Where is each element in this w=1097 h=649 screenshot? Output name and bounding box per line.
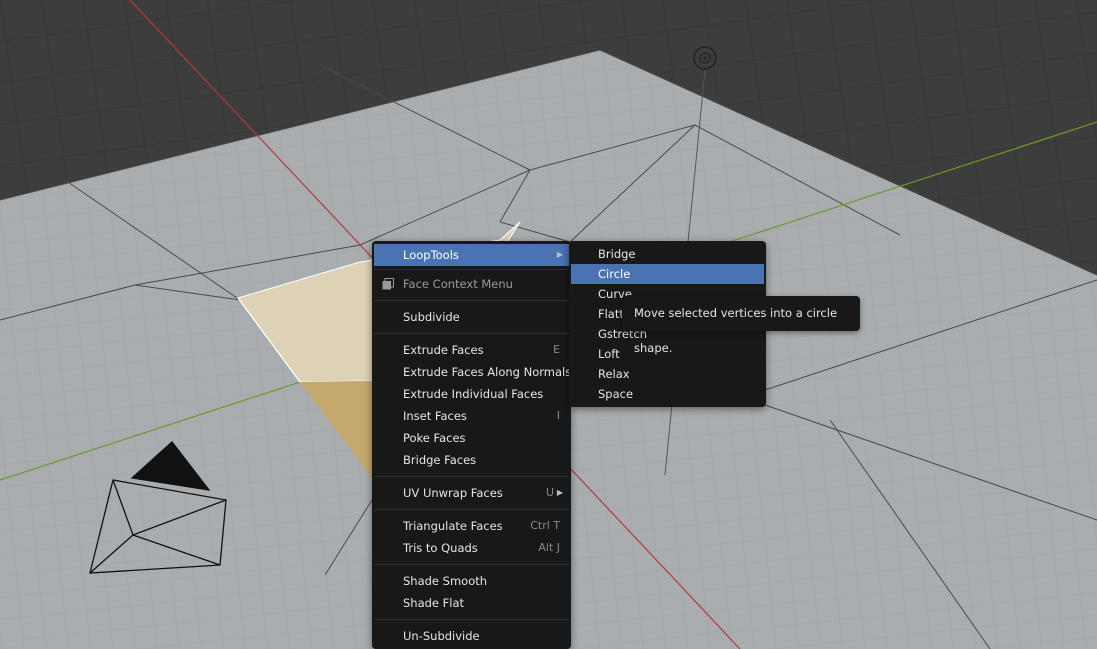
- menu-header: Face Context Menu: [374, 273, 569, 295]
- menu-item-shade-flat[interactable]: Shade Flat: [374, 592, 569, 614]
- menu-item-uv-unwrap[interactable]: UV Unwrap Faces U ▶: [374, 482, 569, 504]
- menu-item-extrude-along-normals[interactable]: Extrude Faces Along Normals: [374, 361, 572, 383]
- menu-separator: [374, 619, 569, 620]
- menu-item-label: Inset Faces: [403, 409, 467, 423]
- menu-separator: [374, 476, 569, 477]
- menu-item-un-subdivide[interactable]: Un-Subdivide: [374, 625, 569, 647]
- menu-item-label: UV Unwrap Faces: [403, 486, 503, 500]
- menu-item-label: Shade Flat: [403, 596, 465, 610]
- menu-item-extrude-individual[interactable]: Extrude Individual Faces: [374, 383, 569, 405]
- submenu-item-space[interactable]: Space: [571, 384, 764, 404]
- menu-item-label: Triangulate Faces: [403, 519, 503, 533]
- submenu-item-label: Circle: [598, 267, 631, 281]
- menu-header-title: Face Context Menu: [403, 277, 513, 291]
- face-context-menu: LoopTools ▶ Face Context Menu Subdivide …: [372, 241, 571, 649]
- menu-item-label: Bridge Faces: [403, 453, 477, 467]
- menu-item-shade-smooth[interactable]: Shade Smooth: [374, 570, 569, 592]
- menu-separator: [374, 509, 569, 510]
- menu-item-triangulate[interactable]: Triangulate Faces Ctrl T: [374, 515, 569, 537]
- menu-item-tris-to-quads[interactable]: Tris to Quads Alt J: [374, 537, 569, 559]
- submenu-item-label: Loft: [598, 347, 620, 361]
- menu-item-label: Shade Smooth: [403, 574, 488, 588]
- submenu-item-label: Bridge: [598, 247, 636, 261]
- shortcut-label: I: [556, 409, 560, 422]
- shortcut-label: E: [553, 343, 560, 356]
- submenu-item-bridge[interactable]: Bridge: [571, 244, 764, 264]
- submenu-item-circle[interactable]: Circle: [571, 264, 764, 284]
- menu-item-label: Subdivide: [403, 310, 460, 324]
- shortcut-label: Ctrl T: [530, 519, 560, 532]
- menu-item-label: Un-Subdivide: [403, 629, 480, 643]
- menu-item-bridge-faces[interactable]: Bridge Faces: [374, 449, 569, 471]
- menu-item-poke-faces[interactable]: Poke Faces: [374, 427, 569, 449]
- submenu-arrow-icon: ▶: [556, 488, 563, 497]
- menu-item-subdivide[interactable]: Subdivide: [374, 306, 569, 328]
- shortcut-label: U: [545, 486, 554, 499]
- menu-separator: [374, 300, 569, 301]
- shortcut-label: Alt J: [538, 541, 560, 554]
- menu-item-label: Poke Faces: [403, 431, 466, 445]
- tooltip: Move selected vertices into a circle sha…: [622, 296, 860, 355]
- menu-item-label: Extrude Individual Faces: [403, 387, 544, 401]
- menu-separator: [374, 269, 569, 270]
- submenu-item-relax[interactable]: Relax: [571, 364, 764, 384]
- menu-item-inset-faces[interactable]: Inset Faces I: [374, 405, 569, 427]
- submenu-item-label: Relax: [598, 367, 630, 381]
- submenu-item-label: Space: [598, 387, 634, 401]
- menu-item-label: Extrude Faces Along Normals: [403, 365, 572, 379]
- face-mode-icon: [382, 278, 394, 290]
- menu-separator: [374, 333, 569, 334]
- menu-item-label: Extrude Faces: [403, 343, 484, 357]
- menu-item-looptools-label: LoopTools: [403, 248, 459, 262]
- menu-item-label: Tris to Quads: [403, 541, 478, 555]
- menu-item-looptools[interactable]: LoopTools ▶: [374, 244, 569, 266]
- menu-item-extrude-faces[interactable]: Extrude Faces E: [374, 339, 569, 361]
- submenu-arrow-icon: ▶: [556, 250, 563, 259]
- menu-separator: [374, 564, 569, 565]
